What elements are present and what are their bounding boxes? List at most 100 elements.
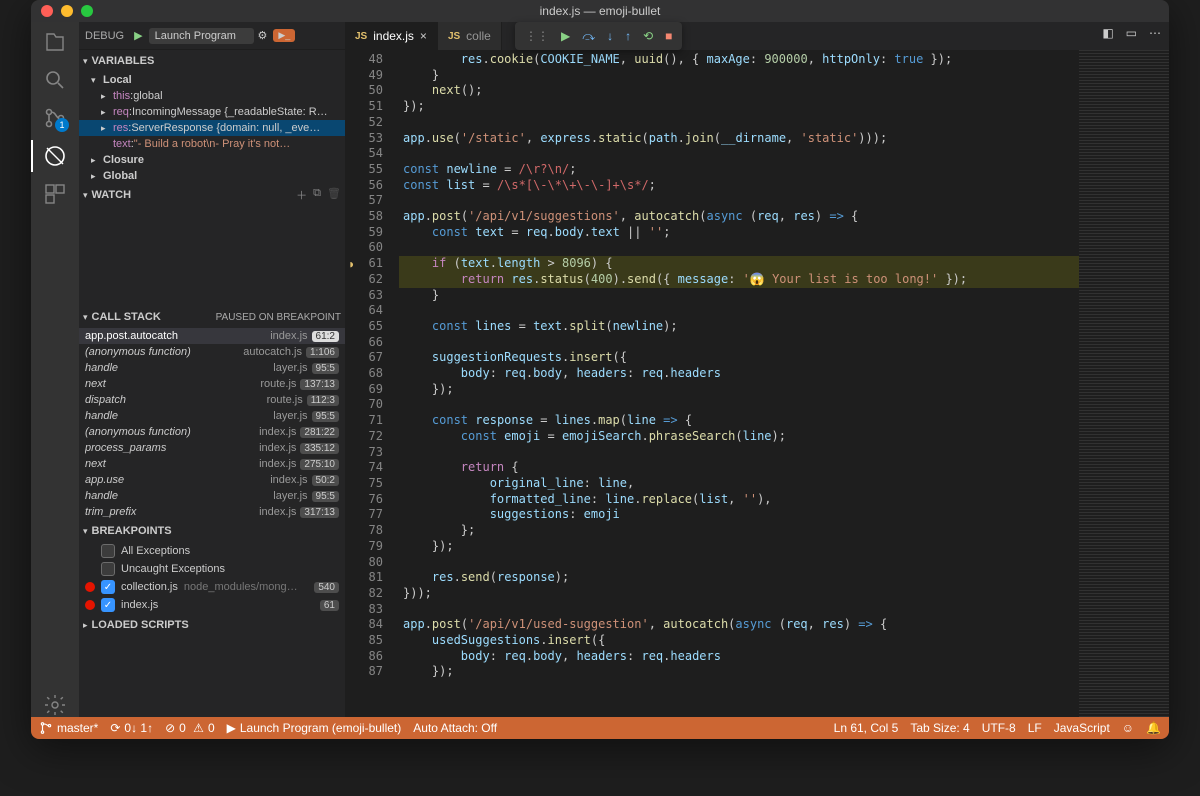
code-line[interactable] (399, 397, 1079, 413)
code-line[interactable]: const response = lines.map(line => { (399, 413, 1079, 429)
stack-frame-row[interactable]: handlelayer.js95:5 (79, 360, 345, 376)
breakpoint-row[interactable]: ✓collection.jsnode_modules/mong…540 (79, 578, 345, 596)
scope-row[interactable]: ▸Global (79, 168, 345, 184)
code-line[interactable]: const newline = /\r?\n/; (399, 162, 1079, 178)
close-tab-icon[interactable]: × (420, 29, 427, 43)
debug-toolbar[interactable]: ⋮⋮ ▶ ⤼ ↓ ↑ ⟲ ■ (515, 22, 682, 50)
continue-button[interactable]: ▶ (561, 29, 570, 43)
code-line[interactable]: usedSuggestions.insert({ (399, 633, 1079, 649)
code-line[interactable]: return { (399, 460, 1079, 476)
code-line[interactable] (399, 602, 1079, 618)
loaded-scripts-panel-header[interactable]: ▸LOADED SCRIPTS (79, 614, 345, 636)
eol-status[interactable]: LF (1028, 721, 1042, 735)
code-line[interactable] (399, 303, 1079, 319)
debug-icon[interactable] (43, 144, 67, 168)
stack-frame-row[interactable]: (anonymous function)index.js281:22 (79, 424, 345, 440)
stack-frame-row[interactable]: nextroute.js137:13 (79, 376, 345, 392)
code-line[interactable]: }); (399, 99, 1079, 115)
code-line[interactable]: })); (399, 586, 1079, 602)
variables-panel-header[interactable]: ▾VARIABLES (79, 50, 345, 72)
code-line[interactable]: suggestions: emoji (399, 507, 1079, 523)
language-status[interactable]: JavaScript (1054, 721, 1110, 735)
search-icon[interactable] (43, 68, 67, 92)
code-line[interactable]: }); (399, 382, 1079, 398)
builtin-breakpoint-row[interactable]: All Exceptions (79, 542, 345, 560)
callstack-panel-header[interactable]: ▾CALL STACK PAUSED ON BREAKPOINT (79, 306, 345, 328)
code-line[interactable]: res.send(response); (399, 570, 1079, 586)
builtin-breakpoint-row[interactable]: Uncaught Exceptions (79, 560, 345, 578)
code-editor[interactable]: 48495051525354555657585960◗6162636465666… (345, 50, 1169, 717)
add-watch-icon[interactable]: ＋ (296, 187, 307, 203)
watch-panel-header[interactable]: ▾WATCH ＋ ⧉ 🗑 (79, 184, 345, 206)
minimap[interactable] (1079, 50, 1169, 717)
auto-attach-status[interactable]: Auto Attach: Off (413, 721, 497, 735)
code-line[interactable]: }); (399, 539, 1079, 555)
code-line[interactable]: const list = /\s*[\-\*\+\-\-]+\s*/; (399, 178, 1079, 194)
stop-button[interactable]: ■ (665, 29, 672, 43)
code-line[interactable]: original_line: line, (399, 476, 1079, 492)
notifications-icon[interactable]: 🔔 (1146, 721, 1161, 735)
code-line[interactable]: app.post('/api/v1/suggestions', autocatc… (399, 209, 1079, 225)
stack-frame-row[interactable]: dispatchroute.js112:3 (79, 392, 345, 408)
variable-row[interactable]: ▸this: global (79, 88, 345, 104)
code-line[interactable]: app.use('/static', express.static(path.j… (399, 131, 1079, 147)
tab-size-status[interactable]: Tab Size: 4 (910, 721, 969, 735)
stack-frame-row[interactable]: trim_prefixindex.js317:13 (79, 504, 345, 520)
code-line[interactable] (399, 335, 1079, 351)
editor-tab[interactable]: JScolle (438, 22, 502, 50)
checkbox[interactable]: ✓ (101, 580, 115, 594)
stack-frame-row[interactable]: (anonymous function)autocatch.js1:106 (79, 344, 345, 360)
remove-watch-icon[interactable]: 🗑 (327, 187, 341, 203)
problems-status[interactable]: ⊘ 0 ⚠ 0 (165, 721, 215, 735)
code-line[interactable]: body: req.body, headers: req.headers (399, 649, 1079, 665)
code-line[interactable]: const lines = text.split(newline); (399, 319, 1079, 335)
maximize-window-button[interactable] (81, 5, 93, 17)
git-branch-status[interactable]: master* (39, 721, 98, 735)
code-line[interactable]: } (399, 288, 1079, 304)
launch-config-select[interactable]: Launch Program (149, 28, 254, 44)
code-line[interactable]: } (399, 68, 1079, 84)
launch-status[interactable]: ▶ Launch Program (emoji-bullet) (227, 721, 402, 735)
restart-button[interactable]: ⟲ (643, 29, 653, 43)
drag-handle-icon[interactable]: ⋮⋮ (525, 29, 549, 43)
step-into-button[interactable]: ↓ (607, 29, 613, 43)
editor-layout-icon[interactable]: ▭ (1126, 26, 1137, 40)
scope-row[interactable]: ▸Closure (79, 152, 345, 168)
code-line[interactable]: formatted_line: line.replace(list, ''), (399, 492, 1079, 508)
code-line[interactable]: const emoji = emojiSearch.phraseSearch(l… (399, 429, 1079, 445)
start-debug-button[interactable]: ▶ (134, 29, 142, 42)
step-out-button[interactable]: ↑ (625, 29, 631, 43)
close-window-button[interactable] (41, 5, 53, 17)
code-line[interactable]: }; (399, 523, 1079, 539)
sync-status[interactable]: ⟳ 0↓ 1↑ (110, 721, 153, 735)
code-line[interactable] (399, 445, 1079, 461)
variable-row[interactable]: text: "- Build a robot\n- Pray it's not… (79, 136, 345, 152)
encoding-status[interactable]: UTF-8 (982, 721, 1016, 735)
code-line[interactable]: next(); (399, 83, 1079, 99)
debug-console-icon[interactable]: ▶_ (273, 29, 295, 42)
code-line[interactable] (399, 240, 1079, 256)
checkbox[interactable] (101, 544, 115, 558)
feedback-icon[interactable]: ☺ (1122, 721, 1134, 735)
code-line[interactable]: app.post('/api/v1/used-suggestion', auto… (399, 617, 1079, 633)
code-line[interactable]: const text = req.body.text || ''; (399, 225, 1079, 241)
stack-frame-row[interactable]: handlelayer.js95:5 (79, 408, 345, 424)
stack-frame-row[interactable]: app.useindex.js50:2 (79, 472, 345, 488)
code-line[interactable] (399, 115, 1079, 131)
split-editor-icon[interactable]: ◧ (1102, 26, 1113, 40)
minimize-window-button[interactable] (61, 5, 73, 17)
scm-icon[interactable]: 1 (43, 106, 67, 130)
stack-frame-row[interactable]: process_paramsindex.js335:12 (79, 440, 345, 456)
code-line[interactable]: }); (399, 664, 1079, 680)
code-line[interactable]: if (text.length > 8096) { (399, 256, 1079, 272)
breakpoints-panel-header[interactable]: ▾BREAKPOINTS (79, 520, 345, 542)
stack-frame-row[interactable]: nextindex.js275:10 (79, 456, 345, 472)
checkbox[interactable]: ✓ (101, 598, 115, 612)
editor-tab[interactable]: JSindex.js× (345, 22, 438, 50)
code-line[interactable]: res.cookie(COOKIE_NAME, uuid(), { maxAge… (399, 52, 1079, 68)
code-line[interactable]: return res.status(400).send({ message: '… (399, 272, 1079, 288)
variable-row[interactable]: ▸res: ServerResponse {domain: null, _eve… (79, 120, 345, 136)
collapse-watch-icon[interactable]: ⧉ (313, 187, 321, 203)
variable-row[interactable]: ▸req: IncomingMessage {_readableState: R… (79, 104, 345, 120)
extensions-icon[interactable] (43, 182, 67, 206)
